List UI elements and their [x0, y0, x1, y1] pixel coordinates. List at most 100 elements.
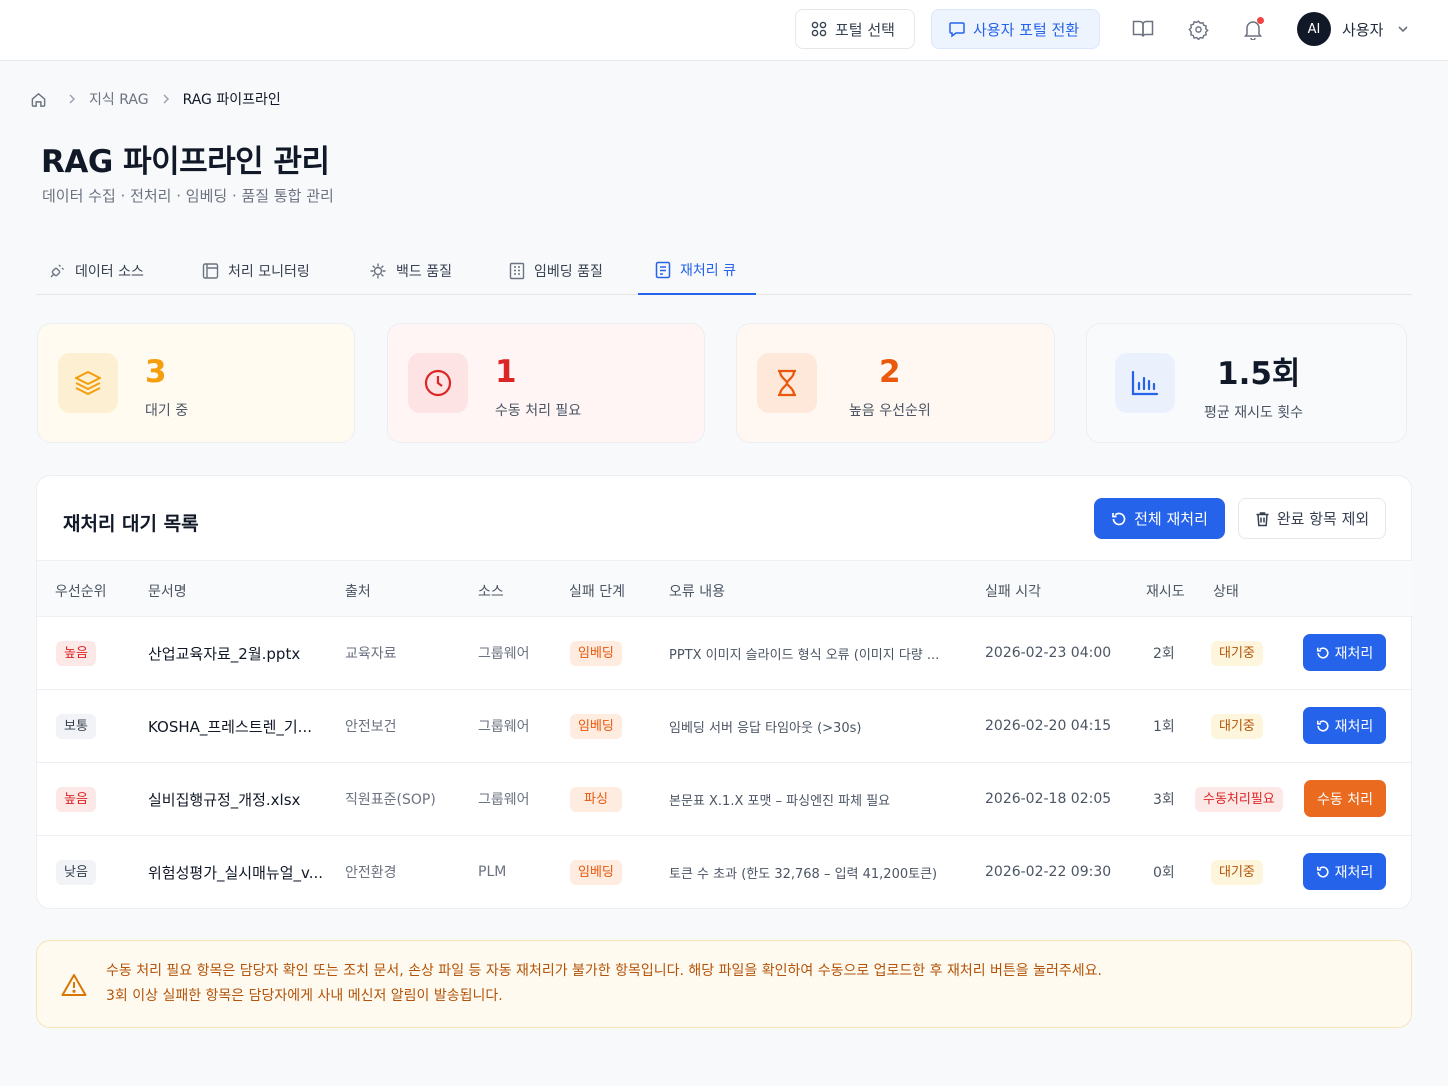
manual-process-label: 수동 처리	[1317, 791, 1373, 808]
stat-card-manual: 1 수동 처리 필요	[387, 323, 705, 443]
stat-label: 수동 처리 필요	[495, 403, 582, 419]
home-icon[interactable]	[30, 91, 47, 108]
tab-label: 임베딩 품질	[534, 263, 603, 280]
refresh-icon	[1316, 719, 1330, 733]
table-row: 보통 KOSHA_프레스트렌_기... 안전보건 그룹웨어 임베딩 임베딩 서버…	[37, 690, 1413, 763]
document-name[interactable]: 위험성평가_실시매뉴얼_v...	[148, 836, 323, 908]
portal-switch-button[interactable]: 사용자 포털 전환	[931, 9, 1100, 49]
stat-card-avg-retry: 1.5회 평균 재시도 횟수	[1086, 323, 1407, 443]
column-header: 상태	[1213, 584, 1239, 600]
reprocess-label: 재처리	[1334, 718, 1374, 735]
tab-processing-monitor[interactable]: 처리 모니터링	[202, 246, 310, 295]
layers-icon	[58, 353, 118, 413]
breadcrumb-separator-icon	[161, 93, 171, 105]
tab-label: 처리 모니터링	[228, 263, 310, 280]
reprocess-button[interactable]: 재처리	[1303, 853, 1386, 890]
origin: 직원표준(SOP)	[345, 792, 436, 808]
notification-dot	[1257, 17, 1264, 24]
error-message: 임베딩 서버 응답 타임아웃 (>30s)	[669, 720, 862, 736]
notice-line: 수동 처리 필요 항목은 담당자 확인 또는 조치 문서, 손상 파일 등 자동…	[106, 963, 1102, 979]
tab-embedding-quality[interactable]: 임베딩 품질	[509, 246, 603, 295]
priority-badge: 높음	[56, 786, 96, 812]
top-bar: 포털 선택 사용자 포털 전환 AI 사용자	[0, 0, 1448, 61]
status-badge: 대기중	[1211, 640, 1263, 666]
trash-icon	[1255, 511, 1270, 527]
column-header: 실패 시각	[985, 584, 1041, 600]
clock-icon	[408, 353, 468, 413]
failure-time: 2026-02-18 02:05	[985, 791, 1112, 807]
failure-stage-badge: 임베딩	[570, 640, 622, 666]
origin: 안전보건	[345, 719, 397, 735]
document-name[interactable]: 산업교육자료_2월.pptx	[148, 617, 300, 689]
monitor-icon	[202, 262, 219, 280]
book-icon[interactable]	[1131, 17, 1155, 41]
manual-process-button[interactable]: 수동 처리	[1304, 780, 1386, 817]
source: 그룹웨어	[478, 719, 530, 735]
document-name[interactable]: 실비집행규정_개정.xlsx	[148, 763, 300, 835]
page-subtitle: 데이터 수집 · 전처리 · 임베딩 · 품질 통합 관리	[42, 187, 334, 205]
refresh-icon	[1316, 865, 1330, 879]
reprocess-button[interactable]: 재처리	[1303, 634, 1386, 671]
retry-count: 0회	[1153, 865, 1175, 881]
priority-badge: 높음	[56, 640, 96, 666]
username[interactable]: 사용자	[1342, 19, 1383, 40]
breadcrumb-parent[interactable]: 지식 RAG	[89, 89, 149, 109]
failure-time: 2026-02-23 04:00	[985, 645, 1112, 661]
document-name[interactable]: KOSHA_프레스트렌_기...	[148, 690, 312, 762]
bug-icon	[369, 262, 387, 280]
status-badge: 대기중	[1211, 859, 1263, 885]
column-header: 문서명	[148, 584, 187, 600]
failure-time: 2026-02-22 09:30	[985, 864, 1112, 880]
error-message: PPTX 이미지 슬라이드 형식 오류 (이미지 다량 ...	[669, 647, 940, 663]
clear-completed-label: 완료 항목 제외	[1276, 510, 1370, 528]
failure-stage-badge: 임베딩	[570, 713, 622, 739]
source: 그룹웨어	[478, 792, 530, 808]
breadcrumb-current: RAG 파이프라인	[182, 92, 281, 108]
stat-label: 높음 우선순위	[849, 403, 931, 419]
gear-icon[interactable]	[1186, 17, 1210, 41]
avatar[interactable]: AI	[1297, 12, 1331, 46]
bell-icon[interactable]	[1241, 17, 1265, 41]
warning-icon	[61, 973, 87, 997]
reprocess-label: 재처리	[1334, 645, 1374, 662]
portal-select-label: 포털 선택	[835, 20, 895, 39]
tab-data-source[interactable]: 데이터 소스	[48, 246, 144, 295]
stat-card-waiting: 3 대기 중	[37, 323, 355, 443]
portal-switch-label: 사용자 포털 전환	[973, 20, 1080, 39]
reprocess-label: 재처리	[1334, 864, 1374, 881]
portal-select-button[interactable]: 포털 선택	[795, 9, 915, 49]
origin: 교육자료	[345, 646, 397, 662]
column-header: 우선순위	[55, 584, 107, 600]
column-header: 소스	[478, 584, 504, 600]
clear-completed-button[interactable]: 완료 항목 제외	[1238, 498, 1386, 539]
retry-all-button[interactable]: 전체 재처리	[1094, 498, 1225, 539]
column-header: 재시도	[1146, 584, 1185, 600]
reprocess-queue-panel: 재처리 대기 목록 전체 재처리 완료 항목 제외 우선순위 문서명 출처 소스…	[36, 475, 1413, 909]
tab-reprocess-queue[interactable]: 재처리 큐	[638, 246, 756, 295]
plug-icon	[48, 262, 66, 280]
notice-line: 3회 이상 실패한 항목은 담당자에게 사내 메신저 알림이 발송됩니다.	[106, 988, 503, 1004]
priority-badge: 보통	[56, 713, 96, 739]
tab-label: 데이터 소스	[75, 263, 144, 280]
column-header: 출처	[345, 584, 371, 600]
failure-stage-badge: 파싱	[570, 786, 622, 812]
stat-value: 3	[145, 354, 167, 390]
tab-backend-quality[interactable]: 백드 품질	[369, 246, 452, 295]
source: PLM	[478, 864, 507, 880]
stat-value: 2	[879, 354, 901, 390]
stat-value: 1	[495, 354, 517, 390]
error-message: 토큰 수 초과 (한도 32,768 – 입력 41,200토큰)	[669, 866, 938, 882]
stat-card-high-priority: 2 높음 우선순위	[736, 323, 1055, 443]
tab-label: 재처리 큐	[680, 262, 736, 279]
document-icon	[655, 261, 671, 279]
grid-icon	[811, 21, 827, 37]
retry-count: 1회	[1153, 719, 1175, 735]
notice-text: 수동 처리 필요 항목은 담당자 확인 또는 조치 문서, 손상 파일 등 자동…	[106, 959, 1102, 1009]
column-header: 실패 단계	[569, 584, 625, 600]
table-row: 높음 산업교육자료_2월.pptx 교육자료 그룹웨어 임베딩 PPTX 이미지…	[37, 617, 1413, 690]
failure-stage-badge: 임베딩	[570, 859, 622, 885]
error-message: 본문표 X.1.X 포맷 – 파싱엔진 파체 필요	[669, 793, 891, 809]
chevron-down-icon[interactable]	[1396, 22, 1410, 36]
reprocess-button[interactable]: 재처리	[1303, 707, 1386, 744]
table-header: 우선순위 문서명 출처 소스 실패 단계 오류 내용 실패 시각 재시도 상태	[37, 560, 1413, 617]
